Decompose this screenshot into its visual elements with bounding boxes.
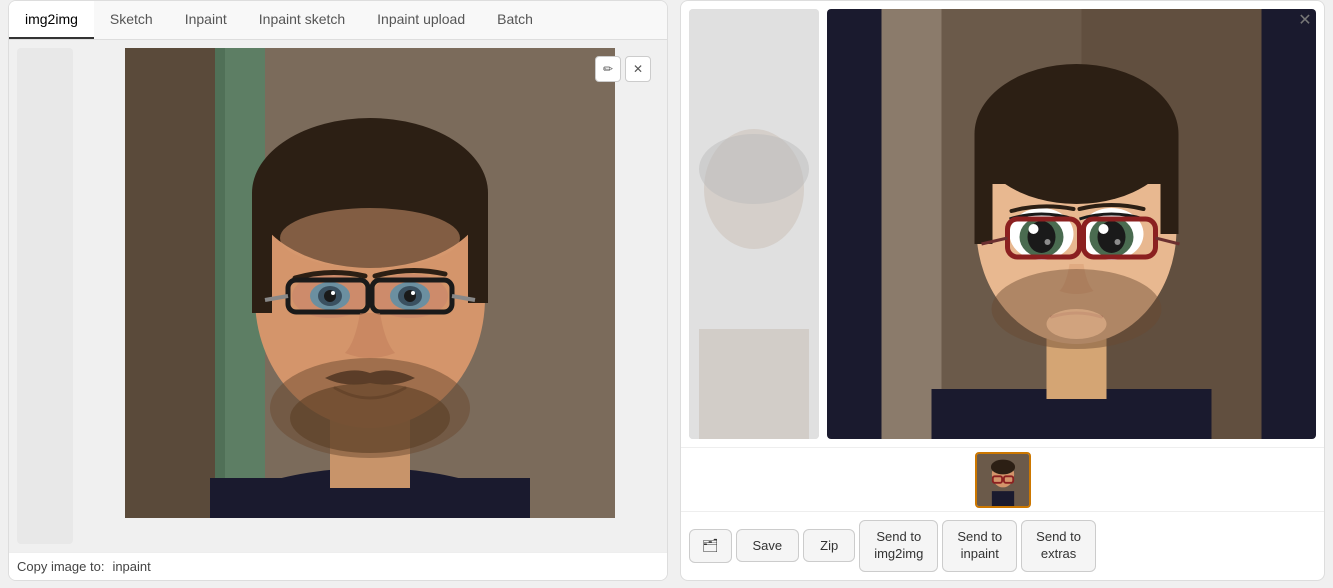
left-panel-body: ✏ ✕ (9, 40, 667, 552)
send-to-extras-button[interactable]: Send toextras (1021, 520, 1096, 572)
thumbnail-image (977, 454, 1029, 506)
tab-inpaint-upload[interactable]: Inpaint upload (361, 1, 481, 39)
close-button[interactable]: ✕ (1294, 9, 1316, 31)
output-right-svg (827, 9, 1316, 439)
bottom-bar: Copy image to: inpaint (9, 552, 667, 580)
send-extras-label: Send toextras (1036, 529, 1081, 563)
zip-label: Zip (820, 538, 838, 553)
output-left-svg (689, 9, 819, 439)
edit-button[interactable]: ✏ (595, 56, 621, 82)
tab-img2img[interactable]: img2img (9, 1, 94, 39)
output-images-area (681, 1, 1324, 447)
tab-inpaint[interactable]: Inpaint (169, 1, 243, 39)
right-panel: ✕ (680, 0, 1325, 581)
action-buttons: 🗂 Save Zip Send toimg2img Send toinpaint… (681, 511, 1324, 580)
send-to-inpaint-button[interactable]: Send toinpaint (942, 520, 1017, 572)
send-to-img2img-button[interactable]: Send toimg2img (859, 520, 938, 572)
app-container: img2img Sketch Inpaint Inpaint sketch In… (0, 0, 1333, 588)
tab-sketch[interactable]: Sketch (94, 1, 169, 39)
image-controls: ✏ ✕ (595, 56, 651, 82)
tab-inpaint-sketch[interactable]: Inpaint sketch (243, 1, 361, 39)
inpaint-label: inpaint (112, 559, 150, 574)
folder-icon: 🗂 (702, 538, 719, 554)
output-image-left (689, 9, 819, 439)
main-content: img2img Sketch Inpaint Inpaint sketch In… (0, 0, 1333, 588)
output-image-right (827, 9, 1316, 439)
zip-button[interactable]: Zip (803, 529, 855, 562)
input-image (81, 48, 659, 518)
copy-label: Copy image to: (17, 559, 104, 574)
tab-bar: img2img Sketch Inpaint Inpaint sketch In… (9, 1, 667, 40)
send-inpaint-label: Send toinpaint (957, 529, 1002, 563)
save-label: Save (753, 538, 783, 553)
remove-image-button[interactable]: ✕ (625, 56, 651, 82)
save-button[interactable]: Save (736, 529, 800, 562)
left-panel: img2img Sketch Inpaint Inpaint sketch In… (8, 0, 668, 581)
input-image-container[interactable]: ✏ ✕ (81, 48, 659, 544)
folder-button[interactable]: 🗂 (689, 529, 732, 563)
thumbnails-strip (681, 447, 1324, 511)
tab-batch[interactable]: Batch (481, 1, 549, 39)
image-sidebar (17, 48, 73, 544)
thumbnail-1[interactable] (975, 452, 1031, 508)
send-img2img-label: Send toimg2img (874, 529, 923, 563)
